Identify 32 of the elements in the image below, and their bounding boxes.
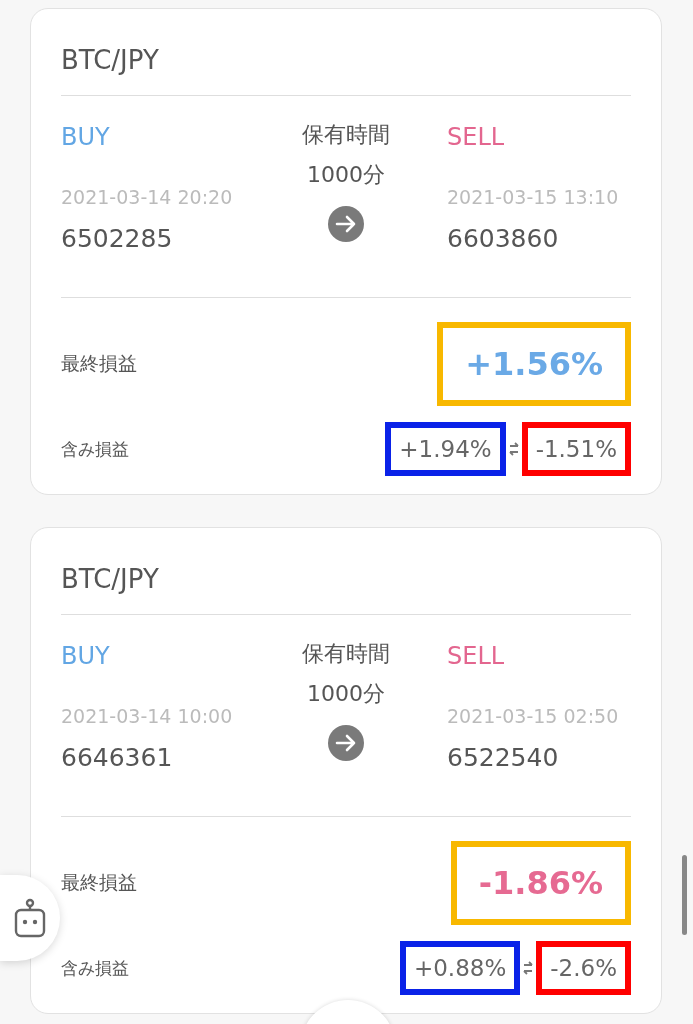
sell-time: 2021-03-15 02:50 [447, 705, 620, 727]
sell-label: SELL [447, 641, 506, 671]
min-unrealized-value: -2.6% [536, 941, 631, 995]
unrealized-pnl-label: 含み損益 [61, 956, 129, 980]
buy-label: BUY [61, 122, 111, 152]
min-unrealized-value: -1.51% [521, 422, 631, 476]
sell-price: 6603860 [447, 224, 560, 253]
unrealized-pnl-label: 含み損益 [61, 437, 129, 461]
buy-label: BUY [61, 641, 111, 671]
holding-label: 保有時間 [302, 121, 390, 149]
buy-time: 2021-03-14 10:00 [61, 705, 234, 727]
sell-label: SELL [447, 122, 506, 152]
buy-price: 6502285 [61, 224, 174, 253]
max-unrealized-value: +0.88% [399, 941, 521, 995]
buy-price: 6646361 [61, 743, 174, 772]
robot-icon [13, 898, 47, 938]
swap-icon [508, 442, 519, 456]
holding-label: 保有時間 [302, 640, 390, 668]
swap-icon [523, 961, 534, 975]
final-pnl-label: 最終損益 [61, 351, 137, 376]
pair-title: BTC/JPY [61, 563, 160, 596]
final-pnl-value: +1.56% [437, 322, 631, 406]
sell-time: 2021-03-15 13:10 [447, 186, 620, 208]
buy-time: 2021-03-14 20:20 [61, 186, 234, 208]
sell-price: 6522540 [447, 743, 560, 772]
pair-title: BTC/JPY [61, 44, 160, 77]
holding-time: 1000分 [307, 161, 385, 189]
final-pnl-label: 最終損益 [61, 870, 137, 895]
max-unrealized-value: +1.94% [385, 422, 506, 476]
scroll-thumb[interactable] [682, 855, 687, 935]
final-pnl-value: -1.86% [450, 841, 631, 925]
holding-time: 1000分 [307, 680, 385, 708]
